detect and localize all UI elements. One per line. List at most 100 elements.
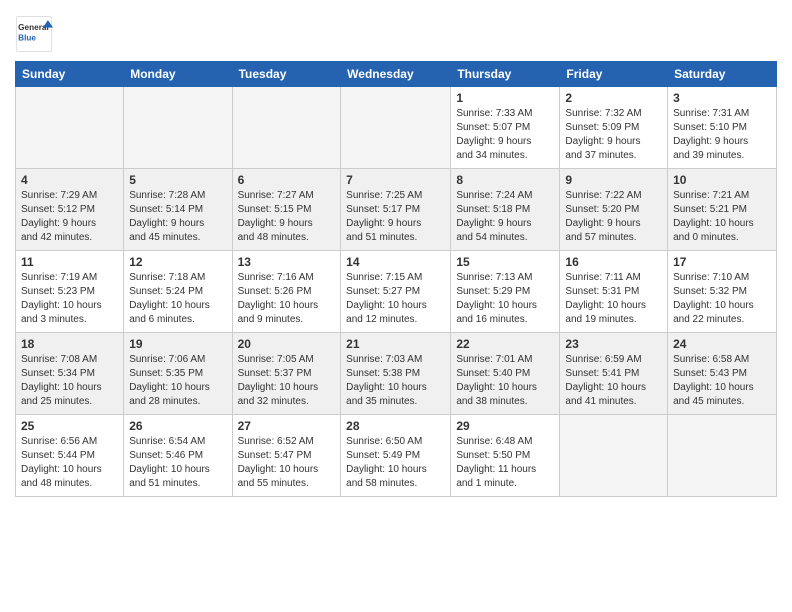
day-number: 17 bbox=[673, 255, 771, 269]
page: General Blue SundayMondayTuesdayWednesda… bbox=[0, 0, 792, 612]
day-info: Sunrise: 7:18 AM Sunset: 5:24 PM Dayligh… bbox=[129, 271, 226, 327]
day-info: Sunrise: 6:58 AM Sunset: 5:43 PM Dayligh… bbox=[673, 353, 771, 409]
day-number: 18 bbox=[21, 337, 118, 351]
day-number: 20 bbox=[238, 337, 336, 351]
day-info: Sunrise: 7:16 AM Sunset: 5:26 PM Dayligh… bbox=[238, 271, 336, 327]
day-number: 13 bbox=[238, 255, 336, 269]
weekday-header-friday: Friday bbox=[560, 62, 668, 87]
calendar-cell: 1 Sunrise: 7:33 AM Sunset: 5:07 PM Daylig… bbox=[451, 87, 560, 169]
day-info: Sunrise: 7:33 AM Sunset: 5:07 PM Dayligh… bbox=[456, 107, 554, 163]
calendar-cell bbox=[560, 415, 668, 497]
day-number: 28 bbox=[346, 419, 445, 433]
weekday-header-wednesday: Wednesday bbox=[341, 62, 451, 87]
calendar-cell: 29 Sunrise: 6:48 AM Sunset: 5:50 PM Dayli… bbox=[451, 415, 560, 497]
calendar-cell: 28 Sunrise: 6:50 AM Sunset: 5:49 PM Dayli… bbox=[341, 415, 451, 497]
calendar: SundayMondayTuesdayWednesdayThursdayFrid… bbox=[15, 61, 777, 497]
day-number: 10 bbox=[673, 173, 771, 187]
calendar-cell: 19 Sunrise: 7:06 AM Sunset: 5:35 PM Dayli… bbox=[124, 333, 232, 415]
weekday-header-monday: Monday bbox=[124, 62, 232, 87]
calendar-cell: 3 Sunrise: 7:31 AM Sunset: 5:10 PM Daylig… bbox=[668, 87, 777, 169]
day-info: Sunrise: 6:48 AM Sunset: 5:50 PM Dayligh… bbox=[456, 435, 554, 491]
logo-area: General Blue bbox=[15, 15, 53, 53]
calendar-cell: 14 Sunrise: 7:15 AM Sunset: 5:27 PM Dayli… bbox=[341, 251, 451, 333]
day-info: Sunrise: 7:10 AM Sunset: 5:32 PM Dayligh… bbox=[673, 271, 771, 327]
calendar-cell: 2 Sunrise: 7:32 AM Sunset: 5:09 PM Daylig… bbox=[560, 87, 668, 169]
day-info: Sunrise: 7:08 AM Sunset: 5:34 PM Dayligh… bbox=[21, 353, 118, 409]
weekday-header-sunday: Sunday bbox=[16, 62, 124, 87]
day-number: 6 bbox=[238, 173, 336, 187]
calendar-cell: 6 Sunrise: 7:27 AM Sunset: 5:15 PM Daylig… bbox=[232, 169, 341, 251]
calendar-cell: 15Sunrise: 7:13 AM Sunset: 5:29 PM Dayli… bbox=[451, 251, 560, 333]
day-number: 5 bbox=[129, 173, 226, 187]
day-number: 11 bbox=[21, 255, 118, 269]
calendar-cell: 8 Sunrise: 7:24 AM Sunset: 5:18 PM Daylig… bbox=[451, 169, 560, 251]
day-number: 7 bbox=[346, 173, 445, 187]
calendar-cell: 12 Sunrise: 7:18 AM Sunset: 5:24 PM Dayli… bbox=[124, 251, 232, 333]
logo-icon: General Blue bbox=[15, 15, 53, 53]
day-info: Sunrise: 7:19 AM Sunset: 5:23 PM Dayligh… bbox=[21, 271, 118, 327]
day-info: Sunrise: 6:52 AM Sunset: 5:47 PM Dayligh… bbox=[238, 435, 336, 491]
day-number: 21 bbox=[346, 337, 445, 351]
day-number: 19 bbox=[129, 337, 226, 351]
day-number: 15 bbox=[456, 255, 554, 269]
calendar-cell bbox=[16, 87, 124, 169]
calendar-cell: 4 Sunrise: 7:29 AM Sunset: 5:12 PM Daylig… bbox=[16, 169, 124, 251]
day-info: Sunrise: 6:59 AM Sunset: 5:41 PM Dayligh… bbox=[565, 353, 662, 409]
calendar-cell bbox=[124, 87, 232, 169]
day-number: 24 bbox=[673, 337, 771, 351]
day-info: Sunrise: 7:05 AM Sunset: 5:37 PM Dayligh… bbox=[238, 353, 336, 409]
day-number: 4 bbox=[21, 173, 118, 187]
day-info: Sunrise: 7:01 AM Sunset: 5:40 PM Dayligh… bbox=[456, 353, 554, 409]
day-info: Sunrise: 7:03 AM Sunset: 5:38 PM Dayligh… bbox=[346, 353, 445, 409]
calendar-cell: 5 Sunrise: 7:28 AM Sunset: 5:14 PM Daylig… bbox=[124, 169, 232, 251]
header: General Blue bbox=[15, 15, 777, 53]
calendar-cell: 17 Sunrise: 7:10 AM Sunset: 5:32 PM Dayli… bbox=[668, 251, 777, 333]
day-number: 14 bbox=[346, 255, 445, 269]
day-info: Sunrise: 7:06 AM Sunset: 5:35 PM Dayligh… bbox=[129, 353, 226, 409]
day-info: Sunrise: 7:29 AM Sunset: 5:12 PM Dayligh… bbox=[21, 189, 118, 245]
svg-text:General: General bbox=[18, 23, 49, 32]
day-number: 16 bbox=[565, 255, 662, 269]
day-info: Sunrise: 7:31 AM Sunset: 5:10 PM Dayligh… bbox=[673, 107, 771, 163]
calendar-cell: 10 Sunrise: 7:21 AM Sunset: 5:21 PM Dayli… bbox=[668, 169, 777, 251]
day-number: 25 bbox=[21, 419, 118, 433]
calendar-cell: 16Sunrise: 7:11 AM Sunset: 5:31 PM Dayli… bbox=[560, 251, 668, 333]
calendar-cell: 20 Sunrise: 7:05 AM Sunset: 5:37 PM Dayli… bbox=[232, 333, 341, 415]
calendar-cell: 27 Sunrise: 6:52 AM Sunset: 5:47 PM Dayli… bbox=[232, 415, 341, 497]
calendar-cell: 7Sunrise: 7:25 AM Sunset: 5:17 PM Daylig… bbox=[341, 169, 451, 251]
weekday-header-tuesday: Tuesday bbox=[232, 62, 341, 87]
day-number: 22 bbox=[456, 337, 554, 351]
day-number: 12 bbox=[129, 255, 226, 269]
calendar-cell: 22 Sunrise: 7:01 AM Sunset: 5:40 PM Dayli… bbox=[451, 333, 560, 415]
weekday-header-saturday: Saturday bbox=[668, 62, 777, 87]
weekday-header-thursday: Thursday bbox=[451, 62, 560, 87]
day-info: Sunrise: 7:27 AM Sunset: 5:15 PM Dayligh… bbox=[238, 189, 336, 245]
day-number: 29 bbox=[456, 419, 554, 433]
calendar-cell bbox=[668, 415, 777, 497]
day-number: 8 bbox=[456, 173, 554, 187]
day-number: 1 bbox=[456, 91, 554, 105]
calendar-cell bbox=[232, 87, 341, 169]
calendar-cell: 13 Sunrise: 7:16 AM Sunset: 5:26 PM Dayli… bbox=[232, 251, 341, 333]
svg-text:Blue: Blue bbox=[18, 33, 36, 42]
logo: General Blue bbox=[15, 15, 53, 53]
day-number: 27 bbox=[238, 419, 336, 433]
day-info: Sunrise: 7:24 AM Sunset: 5:18 PM Dayligh… bbox=[456, 189, 554, 245]
day-number: 3 bbox=[673, 91, 771, 105]
calendar-cell: 11 Sunrise: 7:19 AM Sunset: 5:23 PM Dayli… bbox=[16, 251, 124, 333]
day-number: 2 bbox=[565, 91, 662, 105]
calendar-cell: 21 Sunrise: 7:03 AM Sunset: 5:38 PM Dayli… bbox=[341, 333, 451, 415]
calendar-cell: 24 Sunrise: 6:58 AM Sunset: 5:43 PM Dayli… bbox=[668, 333, 777, 415]
calendar-cell: 25Sunrise: 6:56 AM Sunset: 5:44 PM Dayli… bbox=[16, 415, 124, 497]
calendar-cell: 26Sunrise: 6:54 AM Sunset: 5:46 PM Dayli… bbox=[124, 415, 232, 497]
day-info: Sunrise: 7:21 AM Sunset: 5:21 PM Dayligh… bbox=[673, 189, 771, 245]
day-info: Sunrise: 7:15 AM Sunset: 5:27 PM Dayligh… bbox=[346, 271, 445, 327]
day-info: Sunrise: 7:22 AM Sunset: 5:20 PM Dayligh… bbox=[565, 189, 662, 245]
day-info: Sunrise: 6:50 AM Sunset: 5:49 PM Dayligh… bbox=[346, 435, 445, 491]
calendar-cell: 9 Sunrise: 7:22 AM Sunset: 5:20 PM Daylig… bbox=[560, 169, 668, 251]
day-number: 26 bbox=[129, 419, 226, 433]
day-number: 9 bbox=[565, 173, 662, 187]
day-info: Sunrise: 7:28 AM Sunset: 5:14 PM Dayligh… bbox=[129, 189, 226, 245]
day-info: Sunrise: 7:32 AM Sunset: 5:09 PM Dayligh… bbox=[565, 107, 662, 163]
day-number: 23 bbox=[565, 337, 662, 351]
